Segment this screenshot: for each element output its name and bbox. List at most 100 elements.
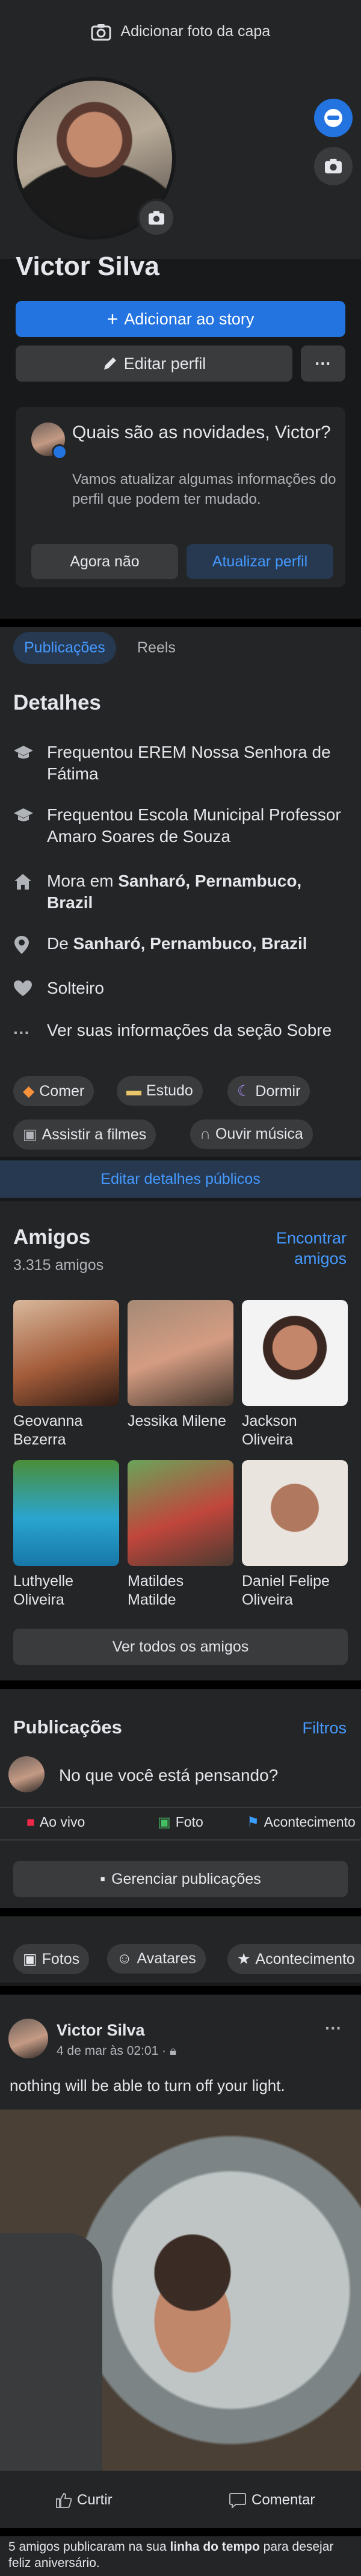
post-more-button[interactable]: ···	[325, 2019, 342, 2038]
hobby-chip-music[interactable]: ∩ Ouvir música	[190, 1119, 313, 1149]
pill-photos[interactable]: ▣ Fotos	[13, 1944, 90, 1974]
add-to-story-button[interactable]: + Adicionar ao story	[16, 301, 345, 337]
pill-label: Fotos	[42, 1950, 80, 1968]
detail-education-1: Frequentou EREM Nossa Senhora de Fátima	[13, 742, 350, 785]
friend-photo[interactable]	[128, 1460, 233, 1566]
flag-icon: ⚑	[247, 1814, 259, 1830]
hobby-chip-study[interactable]: ▬ Estudo	[117, 1076, 203, 1106]
edit-public-details-button[interactable]: Editar detalhes públicos	[0, 1160, 361, 1198]
detail-place[interactable]: Sanharó, Pernambuco, Brazil	[73, 934, 307, 953]
post-author-avatar[interactable]	[8, 2019, 48, 2058]
plus-icon: +	[106, 308, 119, 330]
tab-posts[interactable]: Publicações	[13, 632, 116, 664]
friend-photo[interactable]	[242, 1300, 348, 1406]
live-video-icon: ■	[26, 1814, 35, 1830]
hobby-label: Dormir	[255, 1082, 301, 1100]
action-label: Foto	[175, 1814, 203, 1830]
pill-avatars[interactable]: ☺ Avatares	[107, 1944, 206, 1974]
comment-button[interactable]: Comentar	[229, 2492, 315, 2509]
friend-name[interactable]: Jackson Oliveira	[242, 1412, 348, 1449]
update-profile-button[interactable]: Atualizar perfil	[187, 544, 333, 579]
post-date-text: 4 de mar às 02:01 ·	[57, 2044, 170, 2058]
edit-public-details-label: Editar detalhes públicos	[100, 1170, 261, 1187]
detail-prefix: De	[47, 934, 73, 953]
add-cover-label: Adicionar foto da capa	[120, 23, 271, 40]
manage-posts-button[interactable]: ▪ Gerenciar publicações	[13, 1861, 348, 1897]
friend-name[interactable]: Jessika Milene	[128, 1412, 233, 1431]
avatar-face-icon	[324, 109, 342, 127]
detail-from: De Sanharó, Pernambuco, Brazil	[13, 933, 350, 960]
friend-name[interactable]: Luthyelle Oliveira	[13, 1572, 119, 1609]
divider	[0, 1839, 361, 1841]
star-icon: ★	[237, 1951, 251, 1968]
photo-button[interactable]: ▣ Foto	[158, 1814, 203, 1830]
sleep-icon: ☾	[237, 1083, 251, 1100]
pill-life-event[interactable]: ★ Acontecimento	[227, 1944, 361, 1974]
divider	[0, 2528, 361, 2536]
hobby-chip-movies[interactable]: ▣ Assistir a filmes	[13, 1119, 156, 1150]
details-title: Detalhes	[13, 691, 101, 714]
more-dots-icon: ···	[13, 1023, 30, 1042]
post-author-name[interactable]: Victor Silva	[57, 2021, 145, 2040]
like-button[interactable]: Curtir	[55, 2492, 113, 2509]
add-cover-photo-button[interactable]: Adicionar foto da capa	[0, 23, 361, 41]
camera-icon	[91, 24, 111, 41]
more-dots-icon: ···	[315, 354, 332, 373]
friends-title: Amigos	[13, 1225, 91, 1249]
edit-profile-button[interactable]: Editar perfil	[16, 345, 292, 382]
composer-input[interactable]: No que você está pensando?	[59, 1766, 278, 1785]
comment-icon	[229, 2493, 246, 2509]
detail-text: Frequentou EREM Nossa Senhora de Fátima	[47, 743, 331, 783]
thumbs-up-icon	[56, 2492, 72, 2508]
update-card-subtitle: Vamos atualizar algumas informações do p…	[72, 471, 336, 507]
friend-photo[interactable]	[242, 1460, 348, 1566]
friend-name[interactable]: Daniel Felipe Oliveira	[242, 1572, 348, 1609]
life-event-button[interactable]: ⚑ Acontecimento	[247, 1814, 356, 1830]
hobby-label: Assistir a filmes	[42, 1125, 147, 1143]
pill-label: Avatares	[137, 1950, 196, 1967]
post-date: 4 de mar às 02:01 · 🔒︎	[57, 2044, 176, 2058]
not-now-button[interactable]: Agora não	[31, 544, 178, 579]
friend-photo[interactable]	[13, 1460, 119, 1566]
friend-photo[interactable]	[128, 1300, 233, 1406]
tab-reels[interactable]: Reels	[126, 632, 187, 664]
find-friends-link[interactable]: Encontrar amigos	[253, 1228, 347, 1269]
pizza-icon: ◆	[23, 1083, 35, 1100]
notice-text: 5 amigos publicaram na sua	[8, 2540, 170, 2554]
profile-name: Victor Silva	[16, 252, 159, 281]
more-options-button[interactable]: ···	[301, 345, 345, 382]
detail-education-2: Frequentou Escola Municipal Professor Am…	[13, 804, 350, 847]
see-about-info-link[interactable]: ··· Ver suas informações da seção Sobre	[13, 1020, 350, 1044]
avatar-face-icon: ☺	[117, 1950, 132, 1967]
avatar-story-button[interactable]	[314, 99, 353, 137]
see-all-friends-button[interactable]: Ver todos os amigos	[13, 1629, 348, 1665]
verified-badge-icon	[52, 444, 67, 460]
timeline-link[interactable]: linha do tempo	[170, 2540, 259, 2554]
friend-photo[interactable]	[13, 1300, 119, 1406]
hobby-chip-sleep[interactable]: ☾ Dormir	[227, 1076, 310, 1106]
detail-prefix: Mora em	[47, 872, 119, 890]
divider	[0, 1680, 361, 1689]
photo-icon: ▣	[158, 1814, 171, 1830]
heart-icon	[13, 977, 37, 1002]
posts-title: Publicações	[13, 1717, 122, 1738]
hobby-chip-eat[interactable]: ◆ Comer	[13, 1076, 94, 1106]
divider	[0, 1986, 361, 1995]
pencil-icon	[103, 358, 116, 370]
graduation-cap-icon	[13, 804, 37, 847]
graduation-cap-icon	[13, 742, 37, 785]
home-icon	[13, 870, 37, 914]
not-now-label: Agora não	[70, 553, 140, 570]
friend-name[interactable]: Geovanna Bezerra	[13, 1412, 119, 1449]
cover-camera-button[interactable]	[314, 147, 353, 185]
live-video-button[interactable]: ■ Ao vivo	[26, 1814, 85, 1830]
birthday-notice-text: 5 amigos publicaram na sua linha do temp…	[8, 2539, 357, 2571]
hobby-label: Estudo	[146, 1082, 193, 1099]
filters-link[interactable]: Filtros	[283, 1719, 347, 1738]
avatar-camera-button[interactable]	[137, 199, 176, 237]
action-label: Ao vivo	[39, 1814, 85, 1830]
detail-text: Frequentou Escola Municipal Professor Am…	[47, 805, 341, 846]
books-icon: ▬	[126, 1082, 141, 1099]
divider	[0, 619, 361, 627]
friend-name[interactable]: Matildes Matilde	[128, 1572, 233, 1609]
